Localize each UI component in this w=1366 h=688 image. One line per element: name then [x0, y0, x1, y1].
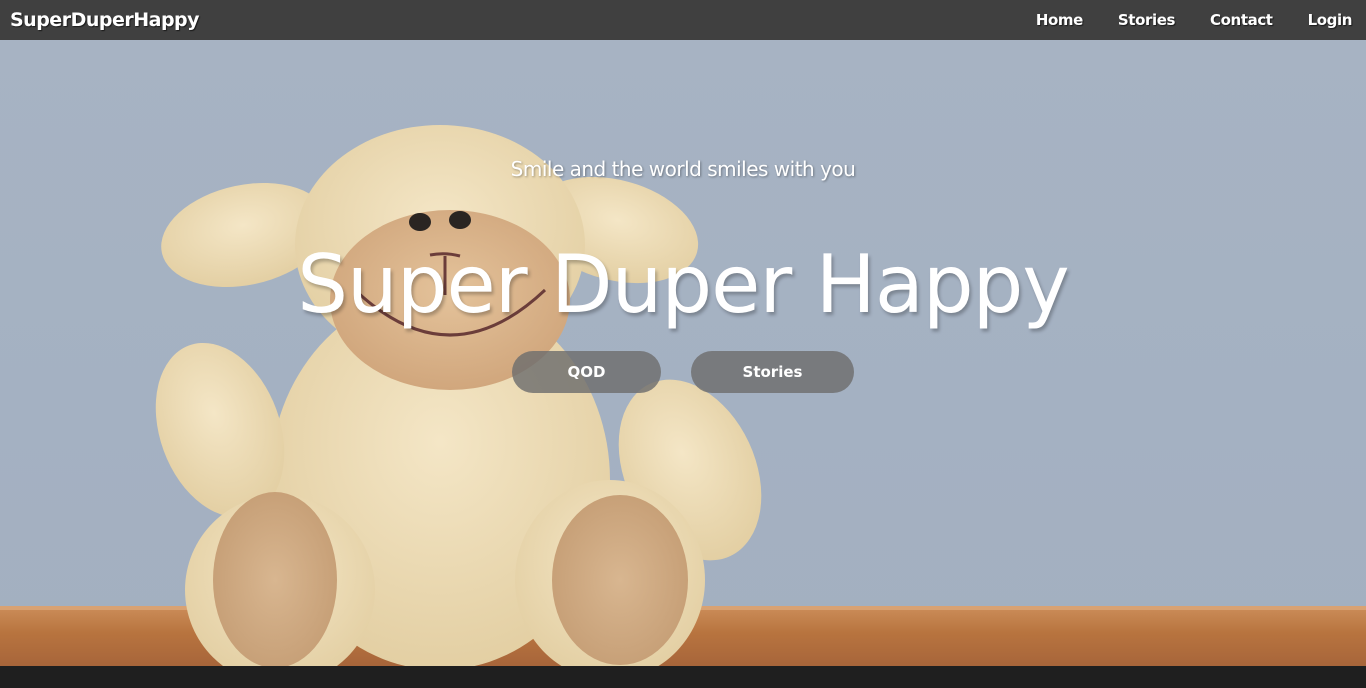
qod-button[interactable]: QOD [512, 351, 661, 393]
brand-logo[interactable]: SuperDuperHappy [10, 9, 200, 31]
hero-title: Super Duper Happy [297, 238, 1070, 331]
nav-link-login[interactable]: Login [1308, 11, 1353, 29]
top-navbar: SuperDuperHappy Home Stories Contact Log… [0, 0, 1366, 40]
hero-tagline: Smile and the world smiles with you [510, 157, 856, 181]
nav-links: Home Stories Contact Login [1001, 11, 1353, 29]
footer-strip [0, 666, 1366, 688]
stories-button[interactable]: Stories [691, 351, 854, 393]
nav-link-home[interactable]: Home [1036, 11, 1083, 29]
nav-link-contact[interactable]: Contact [1210, 11, 1273, 29]
nav-link-stories[interactable]: Stories [1118, 11, 1176, 29]
hero-content: Smile and the world smiles with you Supe… [0, 40, 1366, 666]
